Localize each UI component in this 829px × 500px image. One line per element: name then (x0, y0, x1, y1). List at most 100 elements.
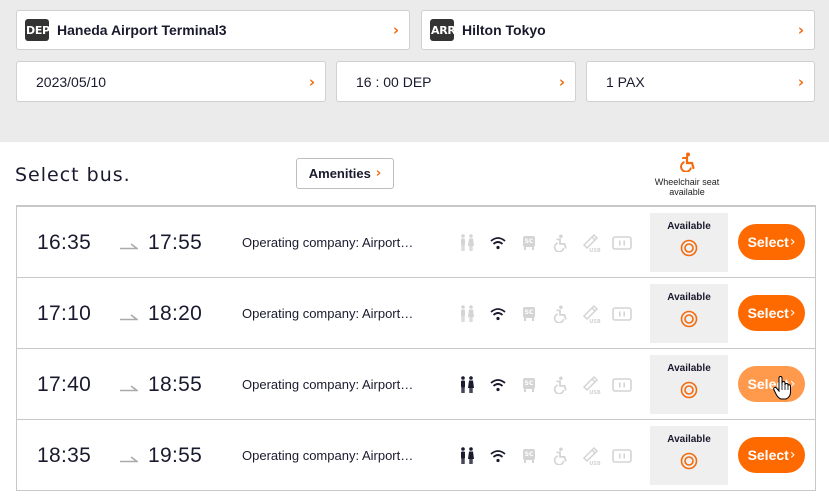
svg-text:USB: USB (589, 248, 601, 253)
chevron-right-icon: › (789, 234, 796, 250)
select-button-label: Select (747, 376, 789, 392)
wifi-icon (482, 304, 513, 324)
svg-text:USB: USB (589, 461, 601, 466)
pax-field[interactable]: 1 PAX › (586, 61, 815, 102)
power-outlet-icon (606, 375, 637, 395)
bus-list: 16:35 17:55 Operating company: Airport… … (16, 205, 816, 491)
wifi-icon (482, 233, 513, 253)
wheelchair-availability: Available (650, 355, 728, 414)
wheelchair-icon (544, 375, 575, 395)
chevron-right-icon: › (789, 305, 796, 321)
svg-text:USB: USB (589, 390, 601, 395)
amenity-icons: SC USB (451, 304, 637, 324)
departure-time: 18:35 (37, 444, 92, 467)
date-field[interactable]: 2023/05/10 › (16, 61, 326, 102)
search-panel: DEP Haneda Airport Terminal3 › ARR Hilto… (0, 0, 829, 142)
operating-company: Operating company: Airport… (242, 235, 414, 250)
arrival-badge: ARR (430, 19, 454, 41)
select-button-label: Select (747, 234, 789, 250)
bus-row: 17:10 18:20 Operating company: Airport… … (17, 277, 815, 348)
arrow-right-icon (120, 237, 140, 253)
amenity-icons: SC USB (451, 446, 637, 466)
arrival-time: 18:55 (148, 373, 203, 396)
amenities-button-label: Amenities (308, 166, 371, 181)
chevron-right-icon: › (789, 376, 796, 392)
seat-charger-icon: SC (513, 304, 544, 324)
wheelchair-icon (680, 152, 695, 172)
operating-company: Operating company: Airport… (242, 448, 414, 463)
departure-label: Haneda Airport Terminal3 (57, 22, 227, 38)
chevron-right-icon: › (392, 21, 399, 39)
chevron-right-icon: › (797, 72, 804, 91)
bus-row: 18:35 19:55 Operating company: Airport… … (17, 419, 815, 490)
double-circle-icon (680, 310, 698, 328)
departure-time: 16:35 (37, 231, 92, 254)
toilet-icon (451, 233, 482, 253)
select-button-label: Select (747, 447, 789, 463)
time-field[interactable]: 16 : 00 DEP › (336, 61, 576, 102)
toilet-icon (451, 446, 482, 466)
availability-label: Available (667, 363, 711, 374)
date-value: 2023/05/10 (36, 73, 107, 90)
usb-icon: USB (575, 304, 606, 324)
select-bus-button[interactable]: Select › (738, 295, 805, 331)
wheelchair-legend-text: Wheelchair seat available (654, 177, 720, 197)
arrival-time: 18:20 (148, 302, 203, 325)
chevron-right-icon: › (375, 166, 382, 181)
arrow-right-icon (120, 450, 140, 466)
wheelchair-availability: Available (650, 426, 728, 485)
arrow-right-icon (120, 379, 140, 395)
power-outlet-icon (606, 304, 637, 324)
svg-text:SC: SC (524, 451, 533, 458)
arrival-time: 19:55 (148, 444, 203, 467)
wheelchair-icon (544, 446, 575, 466)
usb-icon: USB (575, 446, 606, 466)
amenity-icons: SC USB (451, 233, 637, 253)
wifi-icon (482, 375, 513, 395)
double-circle-icon (680, 381, 698, 399)
double-circle-icon (680, 452, 698, 470)
select-bus-button[interactable]: Select › (738, 437, 805, 473)
wheelchair-availability: Available (650, 213, 728, 272)
departure-time: 17:10 (37, 302, 92, 325)
amenity-icons: SC USB (451, 375, 637, 395)
wheelchair-icon (544, 304, 575, 324)
departure-badge: DEP (25, 19, 49, 41)
wheelchair-legend: Wheelchair seat available (648, 152, 726, 197)
double-circle-icon (680, 239, 698, 257)
arrow-right-icon (120, 308, 140, 324)
chevron-right-icon: › (308, 72, 315, 91)
svg-text:USB: USB (589, 319, 601, 324)
page-title: Select bus. (15, 164, 131, 186)
arrival-label: Hilton Tokyo (462, 22, 546, 38)
usb-icon: USB (575, 233, 606, 253)
seat-charger-icon: SC (513, 233, 544, 253)
amenities-button[interactable]: Amenities › (296, 158, 394, 189)
svg-text:SC: SC (524, 380, 533, 387)
chevron-right-icon: › (789, 447, 796, 463)
select-button-label: Select (747, 305, 789, 321)
bus-row: 16:35 17:55 Operating company: Airport… … (17, 206, 815, 277)
arrival-field[interactable]: ARR Hilton Tokyo › (421, 10, 815, 50)
svg-text:SC: SC (524, 309, 533, 316)
chevron-right-icon: › (558, 72, 565, 91)
seat-charger-icon: SC (513, 375, 544, 395)
availability-label: Available (667, 221, 711, 232)
svg-text:SC: SC (524, 238, 533, 245)
time-value: 16 : 00 DEP (356, 73, 432, 90)
power-outlet-icon (606, 233, 637, 253)
toilet-icon (451, 304, 482, 324)
seat-charger-icon: SC (513, 446, 544, 466)
wheelchair-icon (544, 233, 575, 253)
power-outlet-icon (606, 446, 637, 466)
wheelchair-availability: Available (650, 284, 728, 343)
departure-field[interactable]: DEP Haneda Airport Terminal3 › (16, 10, 410, 50)
pax-value: 1 PAX (606, 73, 645, 90)
select-bus-button[interactable]: Select › (738, 366, 805, 402)
usb-icon: USB (575, 375, 606, 395)
wifi-icon (482, 446, 513, 466)
select-bus-button[interactable]: Select › (738, 224, 805, 260)
availability-label: Available (667, 292, 711, 303)
bus-row: 17:40 18:55 Operating company: Airport… … (17, 348, 815, 419)
arrival-time: 17:55 (148, 231, 203, 254)
